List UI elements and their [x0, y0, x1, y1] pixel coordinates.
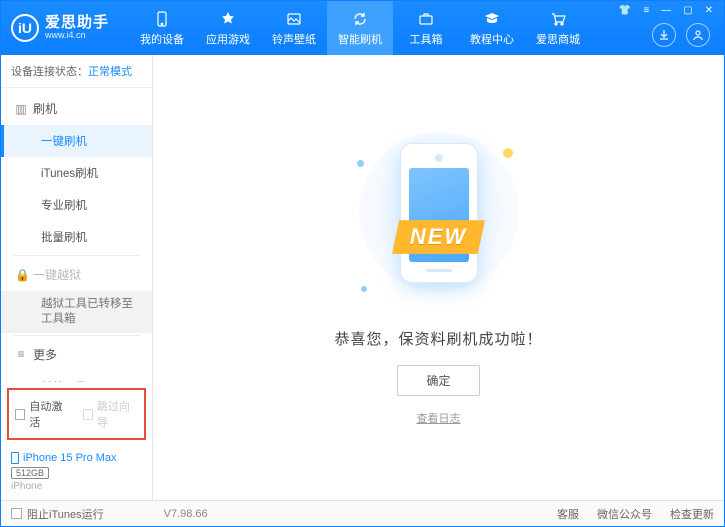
list-icon: ▥	[15, 102, 27, 116]
titlebar: iU 爱思助手 www.i4.cn 我的设备 应用游戏 铃声壁纸 智能刷机	[1, 1, 724, 55]
version-label: V7.98.66	[164, 508, 208, 520]
sidebar-item-one-click-flash[interactable]: 一键刷机	[1, 125, 152, 157]
logo-icon: iU	[11, 14, 39, 42]
device-name[interactable]: iPhone 15 Pro Max	[11, 452, 142, 464]
group-flash[interactable]: ▥刷机	[1, 92, 152, 125]
lock-icon: 🔒	[15, 268, 27, 282]
footer-link-update[interactable]: 检查更新	[670, 506, 714, 522]
sidebar-item-pro-flash[interactable]: 专业刷机	[1, 189, 152, 221]
device-info: iPhone 15 Pro Max 512GB iPhone	[1, 446, 152, 500]
group-jailbreak: 🔒一键越狱	[1, 258, 152, 291]
sidebar-item-other-tools[interactable]: 其他工具	[1, 371, 152, 382]
sidebar-item-jailbreak-moved[interactable]: 越狱工具已转移至工具箱	[1, 291, 152, 333]
close-icon[interactable]: ✕	[702, 5, 716, 16]
nav-my-device[interactable]: 我的设备	[129, 1, 195, 55]
nav-store[interactable]: 爱思商城	[525, 1, 591, 55]
footer-link-wechat[interactable]: 微信公众号	[597, 506, 652, 522]
view-log-link[interactable]: 查看日志	[417, 410, 461, 426]
checkbox-auto-activate[interactable]: 自动激活	[15, 398, 71, 430]
app-logo: iU 爱思助手 www.i4.cn	[11, 14, 109, 42]
menu-icon[interactable]: ≡	[640, 5, 652, 16]
skin-icon[interactable]: 👕	[616, 5, 634, 16]
sidebar: 设备连接状态：正常模式 ▥刷机 一键刷机 iTunes刷机 专业刷机 批量刷机 …	[1, 55, 153, 500]
maximize-icon[interactable]: ▢	[680, 5, 695, 16]
cart-icon	[549, 10, 567, 28]
window-controls: 👕 ≡ — ▢ ✕	[608, 1, 724, 20]
device-type: iPhone	[11, 481, 142, 492]
more-icon: ≡	[15, 347, 27, 361]
refresh-icon	[351, 10, 369, 28]
ok-button[interactable]: 确定	[397, 365, 479, 396]
phone-mini-icon	[11, 452, 19, 464]
checkbox-skip-wizard[interactable]: 跳过向导	[83, 398, 139, 430]
nav-smart-flash[interactable]: 智能刷机	[327, 1, 393, 55]
toolbox-icon	[417, 10, 435, 28]
success-illustration: NEW	[339, 130, 539, 310]
device-status: 设备连接状态：正常模式	[1, 55, 152, 88]
success-message: 恭喜您，保资料刷机成功啦！	[334, 328, 542, 349]
app-title: 爱思助手	[45, 15, 109, 32]
footer: 阻止iTunes运行 V7.98.66 客服 微信公众号 检查更新	[1, 500, 724, 526]
nav-toolbox[interactable]: 工具箱	[393, 1, 459, 55]
highlighted-checkbox-row: 自动激活 跳过向导	[7, 388, 146, 440]
minimize-icon[interactable]: —	[658, 5, 674, 16]
main-content: NEW 恭喜您，保资料刷机成功啦！ 确定 查看日志	[153, 55, 724, 500]
footer-link-support[interactable]: 客服	[557, 506, 579, 522]
download-button[interactable]	[652, 23, 676, 47]
sidebar-item-itunes-flash[interactable]: iTunes刷机	[1, 157, 152, 189]
user-button[interactable]	[686, 23, 710, 47]
checkbox-block-itunes[interactable]: 阻止iTunes运行	[11, 506, 104, 522]
apps-icon	[219, 10, 237, 28]
image-icon	[285, 10, 303, 28]
device-storage: 512GB	[11, 467, 49, 479]
new-ribbon: NEW	[392, 220, 485, 254]
phone-icon	[153, 10, 171, 28]
top-nav: 我的设备 应用游戏 铃声壁纸 智能刷机 工具箱 教程中心	[129, 1, 591, 55]
app-subtitle: www.i4.cn	[45, 31, 109, 41]
group-more[interactable]: ≡更多	[1, 338, 152, 371]
nav-apps-games[interactable]: 应用游戏	[195, 1, 261, 55]
graduation-icon	[483, 10, 501, 28]
sidebar-item-batch-flash[interactable]: 批量刷机	[1, 221, 152, 253]
nav-tutorials[interactable]: 教程中心	[459, 1, 525, 55]
nav-ringtones[interactable]: 铃声壁纸	[261, 1, 327, 55]
